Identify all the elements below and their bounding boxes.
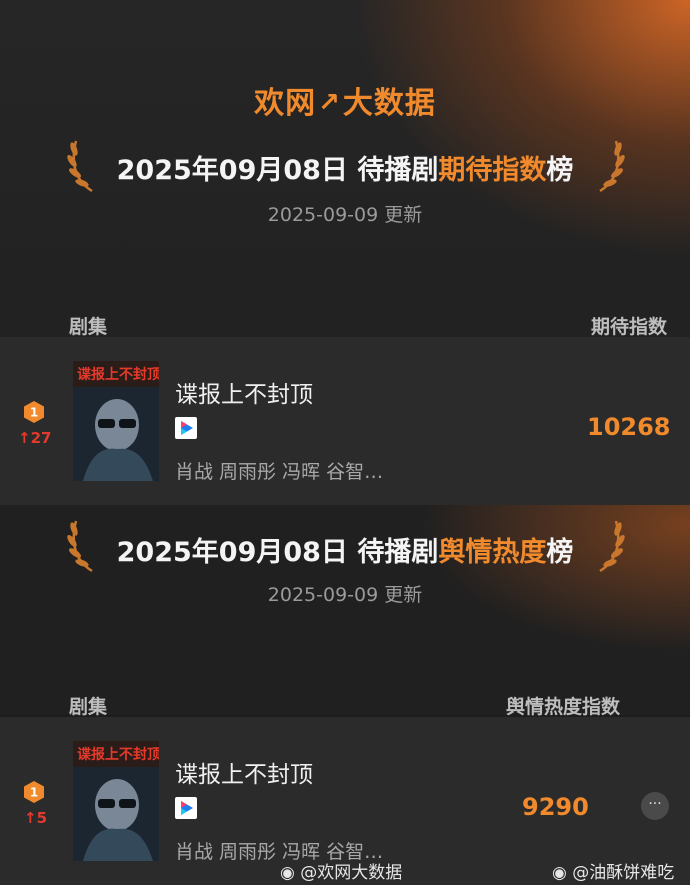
laurel-right-icon [599, 520, 625, 573]
brand-arrow-icon: ↗ [318, 88, 341, 118]
board2-title-highlight: 舆情热度 [438, 537, 547, 568]
board1-col-left: 剧集 [69, 316, 108, 338]
rank-change: ↑5 [24, 809, 48, 827]
svg-text:谍报上不封顶: 谍报上不封顶 [77, 746, 159, 763]
show-title[interactable]: 谍报上不封顶 [175, 755, 313, 789]
show-title[interactable]: 谍报上不封顶 [175, 375, 313, 409]
watermark-left-text: @欢网大数据 [300, 863, 403, 883]
weibo-icon: ◉ [280, 863, 301, 883]
board2-title: 2025年09月08日 待播剧舆情热度榜 [0, 530, 690, 569]
weibo-watermark-right: ◉ @油酥饼难吃 [552, 858, 674, 883]
svg-text:谍报上不封顶: 谍报上不封顶 [77, 366, 159, 383]
poster-image[interactable]: 谍报上不封顶 [73, 741, 159, 861]
rank-badge-icon: 1 [24, 781, 44, 803]
rank-change: ↑27 [18, 429, 52, 447]
board2-updated-date: 2025-09-09 更新 [267, 584, 423, 606]
board1-col-right: 期待指数 [590, 316, 667, 338]
rank-number: 1 [30, 406, 38, 420]
board2-title-suffix: 榜 [546, 537, 574, 568]
brand-logo: 欢网↗大数据 [0, 78, 690, 122]
brand-text-1: 欢网 [254, 86, 317, 121]
youku-icon [175, 417, 197, 439]
board1-title: 2025年09月08日 待播剧期待指数榜 [0, 148, 690, 187]
watermark-right-text: @油酥饼难吃 [572, 863, 675, 883]
board2-col-left: 剧集 [69, 696, 108, 718]
brand-text-2: 大数据 [342, 86, 436, 121]
weibo-watermark-left: ◉ @欢网大数据 [280, 858, 402, 883]
rank-badge-icon: 1 [24, 401, 44, 423]
rank-number: 1 [30, 786, 38, 800]
board1-title-prefix: 2025年09月08日 待播剧 [116, 155, 439, 186]
youku-icon [175, 797, 197, 819]
expectation-score: 10268 [587, 413, 671, 441]
board1-title-highlight: 期待指数 [438, 155, 547, 186]
weibo-icon: ◉ [552, 863, 573, 883]
board2-title-prefix: 2025年09月08日 待播剧 [116, 537, 439, 568]
heat-score: 9290 [522, 793, 589, 821]
board1-title-suffix: 榜 [546, 155, 574, 186]
more-options-button[interactable]: ··· [641, 792, 669, 820]
poster-image[interactable]: 谍报上不封顶 [73, 361, 159, 481]
laurel-right-icon [599, 140, 625, 193]
board1-table-row[interactable]: 1 ↑27 谍报上不封顶 谍报上不封顶 肖战 周雨彤 冯晖 谷智… 10268 [0, 337, 690, 505]
board1-updated-date: 2025-09-09 更新 [267, 204, 423, 226]
cast-list: 肖战 周雨彤 冯晖 谷智… [175, 461, 384, 483]
board2-col-right: 舆情热度指数 [505, 696, 620, 718]
